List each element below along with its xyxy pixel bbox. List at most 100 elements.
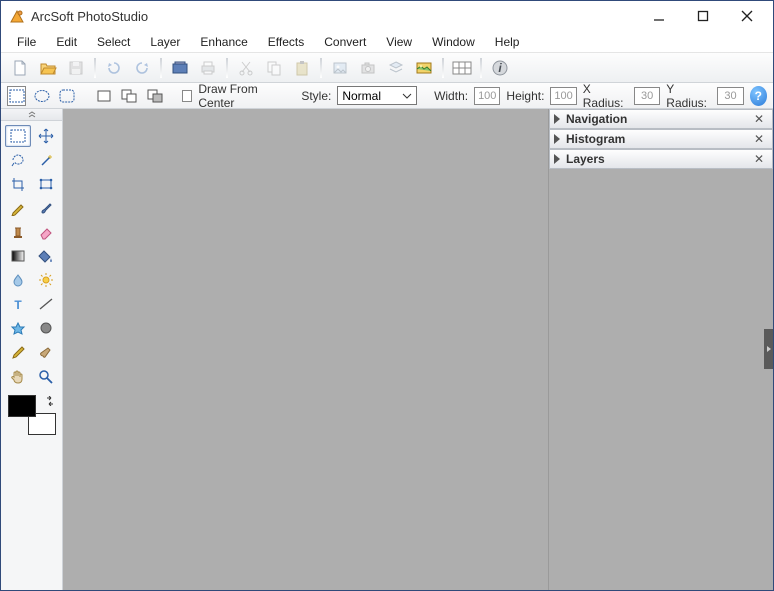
canvas-workspace[interactable] bbox=[63, 109, 548, 590]
panels-dock: Navigation ✕ Histogram ✕ Layers ✕ bbox=[548, 109, 773, 590]
shape-ellipse-icon[interactable] bbox=[32, 86, 51, 106]
tool-eyedropper[interactable] bbox=[5, 341, 31, 363]
toolbox: T bbox=[1, 109, 63, 590]
help-button[interactable]: ? bbox=[750, 86, 767, 106]
color-swatches[interactable] bbox=[8, 395, 56, 435]
gallery-icon[interactable] bbox=[411, 56, 437, 80]
tool-gradient[interactable] bbox=[5, 245, 31, 267]
maximize-button[interactable] bbox=[681, 2, 725, 30]
tool-magic-wand[interactable] bbox=[33, 149, 59, 171]
tool-line[interactable] bbox=[33, 293, 59, 315]
tool-bucket-fill[interactable] bbox=[33, 245, 59, 267]
minimize-button[interactable] bbox=[637, 2, 681, 30]
menu-help[interactable]: Help bbox=[485, 33, 530, 51]
toolbar-separator bbox=[442, 58, 444, 78]
close-button[interactable] bbox=[725, 2, 769, 30]
shape-rect-icon[interactable] bbox=[7, 86, 26, 106]
width-input[interactable]: 100 bbox=[474, 87, 500, 105]
save-icon[interactable] bbox=[63, 56, 89, 80]
print-icon[interactable] bbox=[195, 56, 221, 80]
title-bar: ArcSoft PhotoStudio bbox=[1, 1, 773, 31]
menu-select[interactable]: Select bbox=[87, 33, 140, 51]
svg-text:T: T bbox=[14, 298, 22, 312]
tool-lasso[interactable] bbox=[5, 149, 31, 171]
panel-layers[interactable]: Layers ✕ bbox=[549, 149, 773, 169]
draw-from-center-label: Draw From Center bbox=[198, 82, 284, 110]
chevron-down-icon bbox=[400, 89, 414, 103]
app-title: ArcSoft PhotoStudio bbox=[31, 9, 637, 24]
menu-effects[interactable]: Effects bbox=[258, 33, 314, 51]
menu-enhance[interactable]: Enhance bbox=[190, 33, 257, 51]
toolbar-separator bbox=[226, 58, 228, 78]
tool-shape[interactable] bbox=[33, 317, 59, 339]
layers-icon[interactable] bbox=[383, 56, 409, 80]
style-label: Style: bbox=[301, 89, 331, 103]
tool-smudge[interactable] bbox=[33, 341, 59, 363]
acquire-icon[interactable] bbox=[167, 56, 193, 80]
panel-close-icon[interactable]: ✕ bbox=[750, 152, 768, 166]
tool-dodge[interactable] bbox=[33, 269, 59, 291]
menu-view[interactable]: View bbox=[376, 33, 422, 51]
height-input[interactable]: 100 bbox=[550, 87, 576, 105]
menu-convert[interactable]: Convert bbox=[314, 33, 376, 51]
tool-move[interactable] bbox=[33, 125, 59, 147]
copy-icon[interactable] bbox=[261, 56, 287, 80]
redo-icon[interactable] bbox=[129, 56, 155, 80]
menu-window[interactable]: Window bbox=[422, 33, 485, 51]
app-logo-icon bbox=[9, 8, 25, 24]
yradius-label: Y Radius: bbox=[666, 82, 711, 110]
xradius-input[interactable]: 30 bbox=[634, 87, 660, 105]
panel-navigation[interactable]: Navigation ✕ bbox=[549, 109, 773, 129]
panel-layers-title: Layers bbox=[566, 152, 744, 166]
foreground-color-swatch[interactable] bbox=[8, 395, 36, 417]
open-file-icon[interactable] bbox=[35, 56, 61, 80]
tool-clone-stamp[interactable] bbox=[5, 221, 31, 243]
tool-eraser[interactable] bbox=[33, 221, 59, 243]
yradius-input[interactable]: 30 bbox=[717, 87, 743, 105]
toolbar-separator bbox=[160, 58, 162, 78]
image-icon[interactable] bbox=[327, 56, 353, 80]
draw-from-center-checkbox[interactable] bbox=[182, 90, 193, 102]
undo-icon[interactable] bbox=[101, 56, 127, 80]
new-file-icon[interactable] bbox=[7, 56, 33, 80]
tool-pencil[interactable] bbox=[5, 197, 31, 219]
shape-roundrect-icon[interactable] bbox=[58, 86, 77, 106]
height-label: Height: bbox=[506, 89, 544, 103]
panel-close-icon[interactable]: ✕ bbox=[750, 112, 768, 126]
main-toolbar: i bbox=[1, 53, 773, 83]
toolbox-collapse-handle[interactable] bbox=[1, 109, 62, 121]
tool-transform[interactable] bbox=[33, 173, 59, 195]
menu-edit[interactable]: Edit bbox=[46, 33, 87, 51]
menu-file[interactable]: File bbox=[7, 33, 46, 51]
grid-toggle-icon[interactable] bbox=[449, 56, 475, 80]
options-bar: Draw From Center Style: Normal Width: 10… bbox=[1, 83, 773, 109]
info-icon[interactable]: i bbox=[487, 56, 513, 80]
expand-triangle-icon bbox=[554, 154, 560, 164]
toolbar-separator bbox=[320, 58, 322, 78]
style-select[interactable]: Normal bbox=[337, 86, 417, 105]
swap-colors-icon[interactable] bbox=[45, 396, 55, 406]
tool-redeye[interactable] bbox=[5, 317, 31, 339]
selmode-new-icon[interactable] bbox=[94, 86, 113, 106]
tool-brush[interactable] bbox=[33, 197, 59, 219]
tool-text[interactable]: T bbox=[5, 293, 31, 315]
paste-icon[interactable] bbox=[289, 56, 315, 80]
width-label: Width: bbox=[434, 89, 468, 103]
menu-layer[interactable]: Layer bbox=[140, 33, 190, 51]
camera-icon[interactable] bbox=[355, 56, 381, 80]
tool-hand[interactable] bbox=[5, 365, 31, 387]
selmode-add-icon[interactable] bbox=[120, 86, 139, 106]
tool-marquee-select[interactable] bbox=[5, 125, 31, 147]
cut-icon[interactable] bbox=[233, 56, 259, 80]
expand-triangle-icon bbox=[554, 114, 560, 124]
panel-histogram[interactable]: Histogram ✕ bbox=[549, 129, 773, 149]
expand-triangle-icon bbox=[554, 134, 560, 144]
menu-bar: File Edit Select Layer Enhance Effects C… bbox=[1, 31, 773, 53]
selmode-subtract-icon[interactable] bbox=[145, 86, 164, 106]
tool-blur[interactable] bbox=[5, 269, 31, 291]
tool-zoom[interactable] bbox=[33, 365, 59, 387]
tool-crop[interactable] bbox=[5, 173, 31, 195]
panels-collapse-handle[interactable] bbox=[764, 329, 773, 369]
panel-close-icon[interactable]: ✕ bbox=[750, 132, 768, 146]
style-value: Normal bbox=[342, 89, 381, 103]
